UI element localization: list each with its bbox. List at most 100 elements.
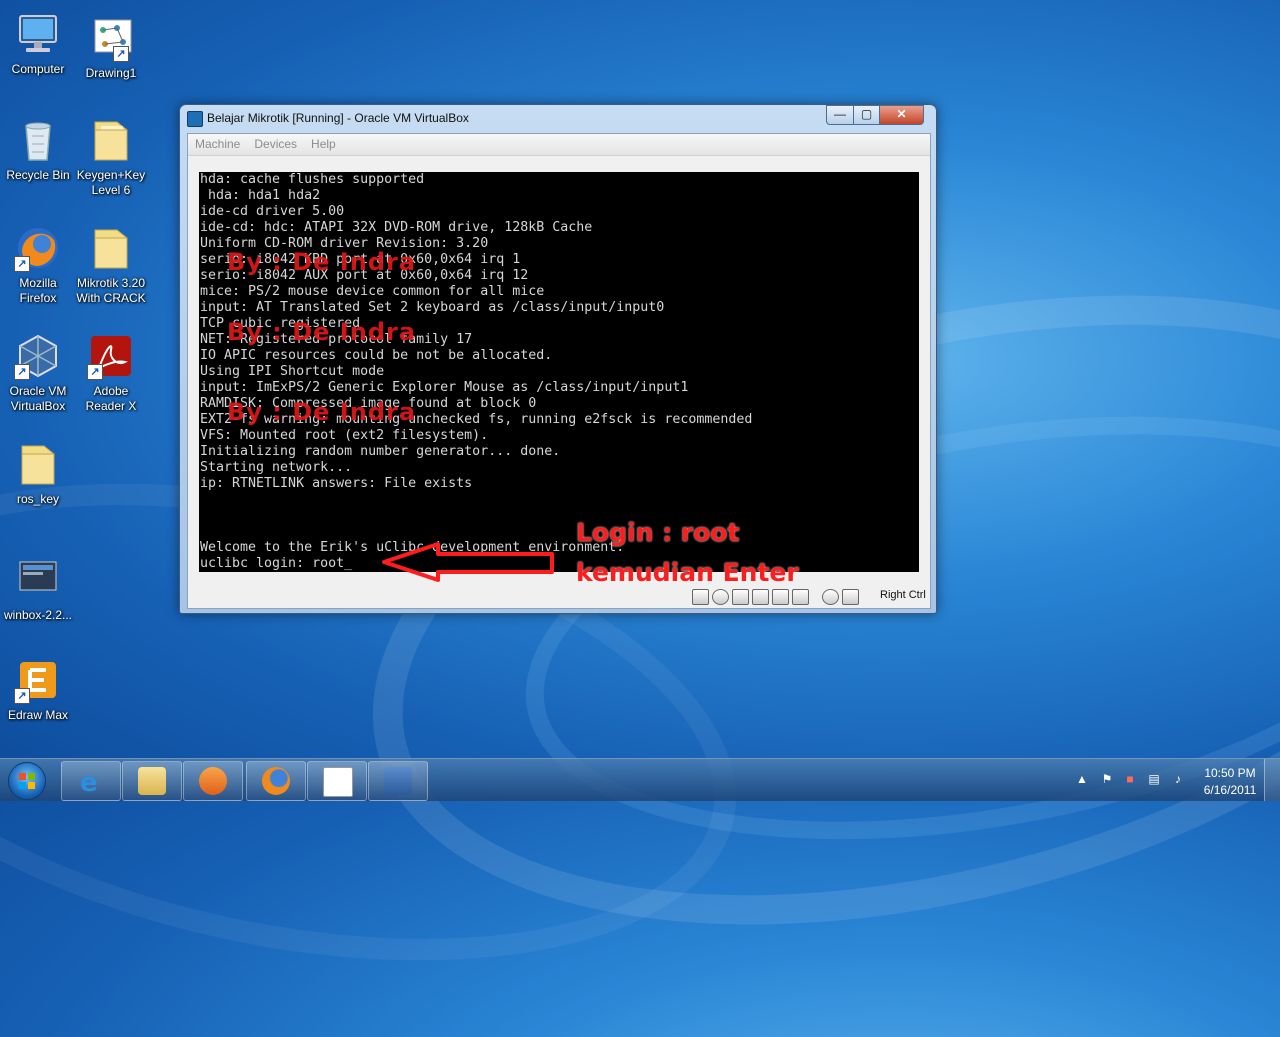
shared-folders-icon[interactable]	[772, 589, 789, 605]
desktop-icon-label: Keygen+Key Level 6	[76, 168, 146, 197]
close-button[interactable]: ✕	[879, 105, 924, 125]
recycle-bin-icon	[14, 116, 62, 164]
desktop-icon-label: Recycle Bin	[6, 168, 70, 182]
internet-explorer-icon: e	[77, 767, 105, 798]
virtualization-icon	[792, 589, 809, 605]
network-icon[interactable]: ▤	[1147, 772, 1161, 786]
watermark-text: By : De Indra	[227, 248, 417, 276]
red-arrow-annotation	[382, 542, 554, 582]
folder-icon	[138, 767, 166, 795]
virtualbox-window[interactable]: Belajar Mikrotik [Running] - Oracle VM V…	[179, 104, 937, 614]
console-line: Initializing random number generator... …	[200, 444, 561, 459]
console-line: hda: cache flushes supported	[200, 172, 425, 187]
desktop-icon-edraw[interactable]: ↗ Edraw Max	[0, 656, 76, 723]
virtualbox-icon	[384, 767, 412, 795]
shortcut-arrow-icon: ↗	[14, 688, 30, 704]
shortcut-arrow-icon: ↗	[14, 256, 30, 272]
shortcut-arrow-icon: ↗	[113, 46, 129, 62]
console-line: IO APIC resources could be not be alloca…	[200, 348, 553, 363]
window-titlebar[interactable]: Belajar Mikrotik [Running] - Oracle VM V…	[180, 105, 936, 131]
console-line: Starting network...	[200, 460, 353, 475]
desktop-icon-label: Computer	[11, 62, 65, 76]
console-line: ip: RTNETLINK answers: File exists	[200, 476, 473, 491]
taskbar-internet-explorer[interactable]: e	[61, 761, 121, 801]
desktop-icon-label: Adobe Reader X	[85, 384, 137, 413]
desktop-icon-keygen[interactable]: Keygen+Key Level 6	[73, 116, 149, 198]
menu-machine[interactable]: Machine	[188, 134, 247, 155]
maximize-button[interactable]: ▢	[853, 105, 880, 125]
desktop-icon-label: Mikrotik 3.20 With CRACK	[76, 276, 146, 305]
media-player-icon	[199, 767, 227, 795]
vm-console-screen[interactable]: hda: cache flushes supported hda: hda1 h…	[199, 172, 919, 572]
desktop-icon-mikrotik[interactable]: Mikrotik 3.20 With CRACK	[73, 224, 149, 306]
volume-icon[interactable]: ♪	[1171, 772, 1185, 786]
document-window-icon	[323, 767, 353, 797]
clock-date[interactable]: 6/16/2011	[1195, 783, 1265, 797]
folder-icon	[14, 440, 62, 488]
annotation-enter: kemudian Enter	[576, 558, 799, 587]
desktop-icon-drawing1[interactable]: ↗ Drawing1	[73, 14, 149, 81]
menubar: Machine Devices Help	[188, 134, 930, 156]
winbox-icon	[14, 556, 62, 604]
taskbar: e ▲ ⚑ ■ ▤ ♪ 10:50 PM 6/16/2011	[0, 758, 1280, 801]
console-line: mice: PS/2 mouse device common for all m…	[200, 284, 545, 299]
annotation-login: Login : root	[576, 518, 740, 547]
folder-icon	[87, 116, 135, 164]
window-title: Belajar Mikrotik [Running] - Oracle VM V…	[207, 111, 469, 125]
show-desktop-button[interactable]	[1264, 759, 1280, 801]
optical-drive-icon[interactable]	[712, 589, 729, 605]
desktop-icon-ros-key[interactable]: ros_key	[0, 440, 76, 507]
desktop-icon-label: Edraw Max	[7, 708, 69, 722]
virtualbox-app-icon	[187, 111, 203, 127]
edraw-max-icon: ↗	[14, 656, 62, 704]
console-line: ide-cd: hdc: ATAPI 32X DVD-ROM drive, 12…	[200, 220, 593, 235]
shortcut-arrow-icon: ↗	[14, 364, 30, 380]
desktop-icon-computer[interactable]: Computer	[0, 10, 76, 77]
console-line: hda: hda1 hda2	[200, 188, 321, 203]
desktop-icon-label: Mozilla Firefox	[19, 276, 57, 305]
action-center-flag-icon[interactable]: ⚑	[1100, 772, 1114, 786]
network-icon[interactable]	[752, 589, 769, 605]
show-hidden-icons-icon[interactable]: ▲	[1075, 772, 1089, 786]
watermark-text: By : De Indra	[227, 398, 417, 426]
start-button[interactable]	[8, 762, 46, 800]
menu-help[interactable]: Help	[304, 134, 343, 155]
security-alert-icon[interactable]: ■	[1123, 772, 1137, 786]
firefox-icon: ↗	[14, 224, 62, 272]
svg-text:e: e	[80, 768, 98, 795]
statusbar: Right Ctrl	[188, 584, 930, 608]
clock-time[interactable]: 10:50 PM	[1195, 766, 1265, 780]
window-client-area: Machine Devices Help hda: cache flushes su…	[187, 133, 931, 609]
taskbar-media-player[interactable]	[183, 761, 243, 801]
firefox-icon	[262, 767, 290, 795]
taskbar-document-app[interactable]	[307, 761, 367, 801]
desktop-icon-winbox[interactable]: winbox-2.2...	[0, 556, 76, 623]
mouse-integration-icon[interactable]	[822, 589, 839, 605]
usb-icon[interactable]	[732, 589, 749, 605]
desktop-icon-virtualbox[interactable]: ↗ Oracle VM VirtualBox	[0, 332, 76, 414]
host-key-icon	[842, 589, 859, 605]
taskbar-windows-explorer[interactable]	[122, 761, 182, 801]
desktop-icon-label: ros_key	[16, 492, 60, 506]
hard-disk-icon[interactable]	[692, 589, 709, 605]
minimize-button[interactable]: —	[826, 105, 854, 125]
desktop-icon-firefox[interactable]: ↗ Mozilla Firefox	[0, 224, 76, 306]
taskbar-virtualbox[interactable]	[368, 761, 428, 801]
desktop-icon-recycle-bin[interactable]: Recycle Bin	[0, 116, 76, 183]
computer-icon	[14, 10, 62, 58]
console-line: Using IPI Shortcut mode	[200, 364, 385, 379]
taskbar-firefox[interactable]	[246, 761, 306, 801]
shortcut-arrow-icon: ↗	[87, 364, 103, 380]
folder-icon	[87, 224, 135, 272]
console-line: ide-cd driver 5.00	[200, 204, 345, 219]
console-line: input: ImExPS/2 Generic Explorer Mouse a…	[200, 380, 689, 395]
host-key-label: Right Ctrl	[880, 589, 926, 601]
menu-devices[interactable]: Devices	[247, 134, 304, 155]
desktop-icon-label: Drawing1	[85, 66, 137, 80]
drawing-file-icon: ↗	[87, 14, 135, 62]
desktop-icon-adobe-reader[interactable]: ↗ Adobe Reader X	[73, 332, 149, 414]
adobe-reader-icon: ↗	[87, 332, 135, 380]
